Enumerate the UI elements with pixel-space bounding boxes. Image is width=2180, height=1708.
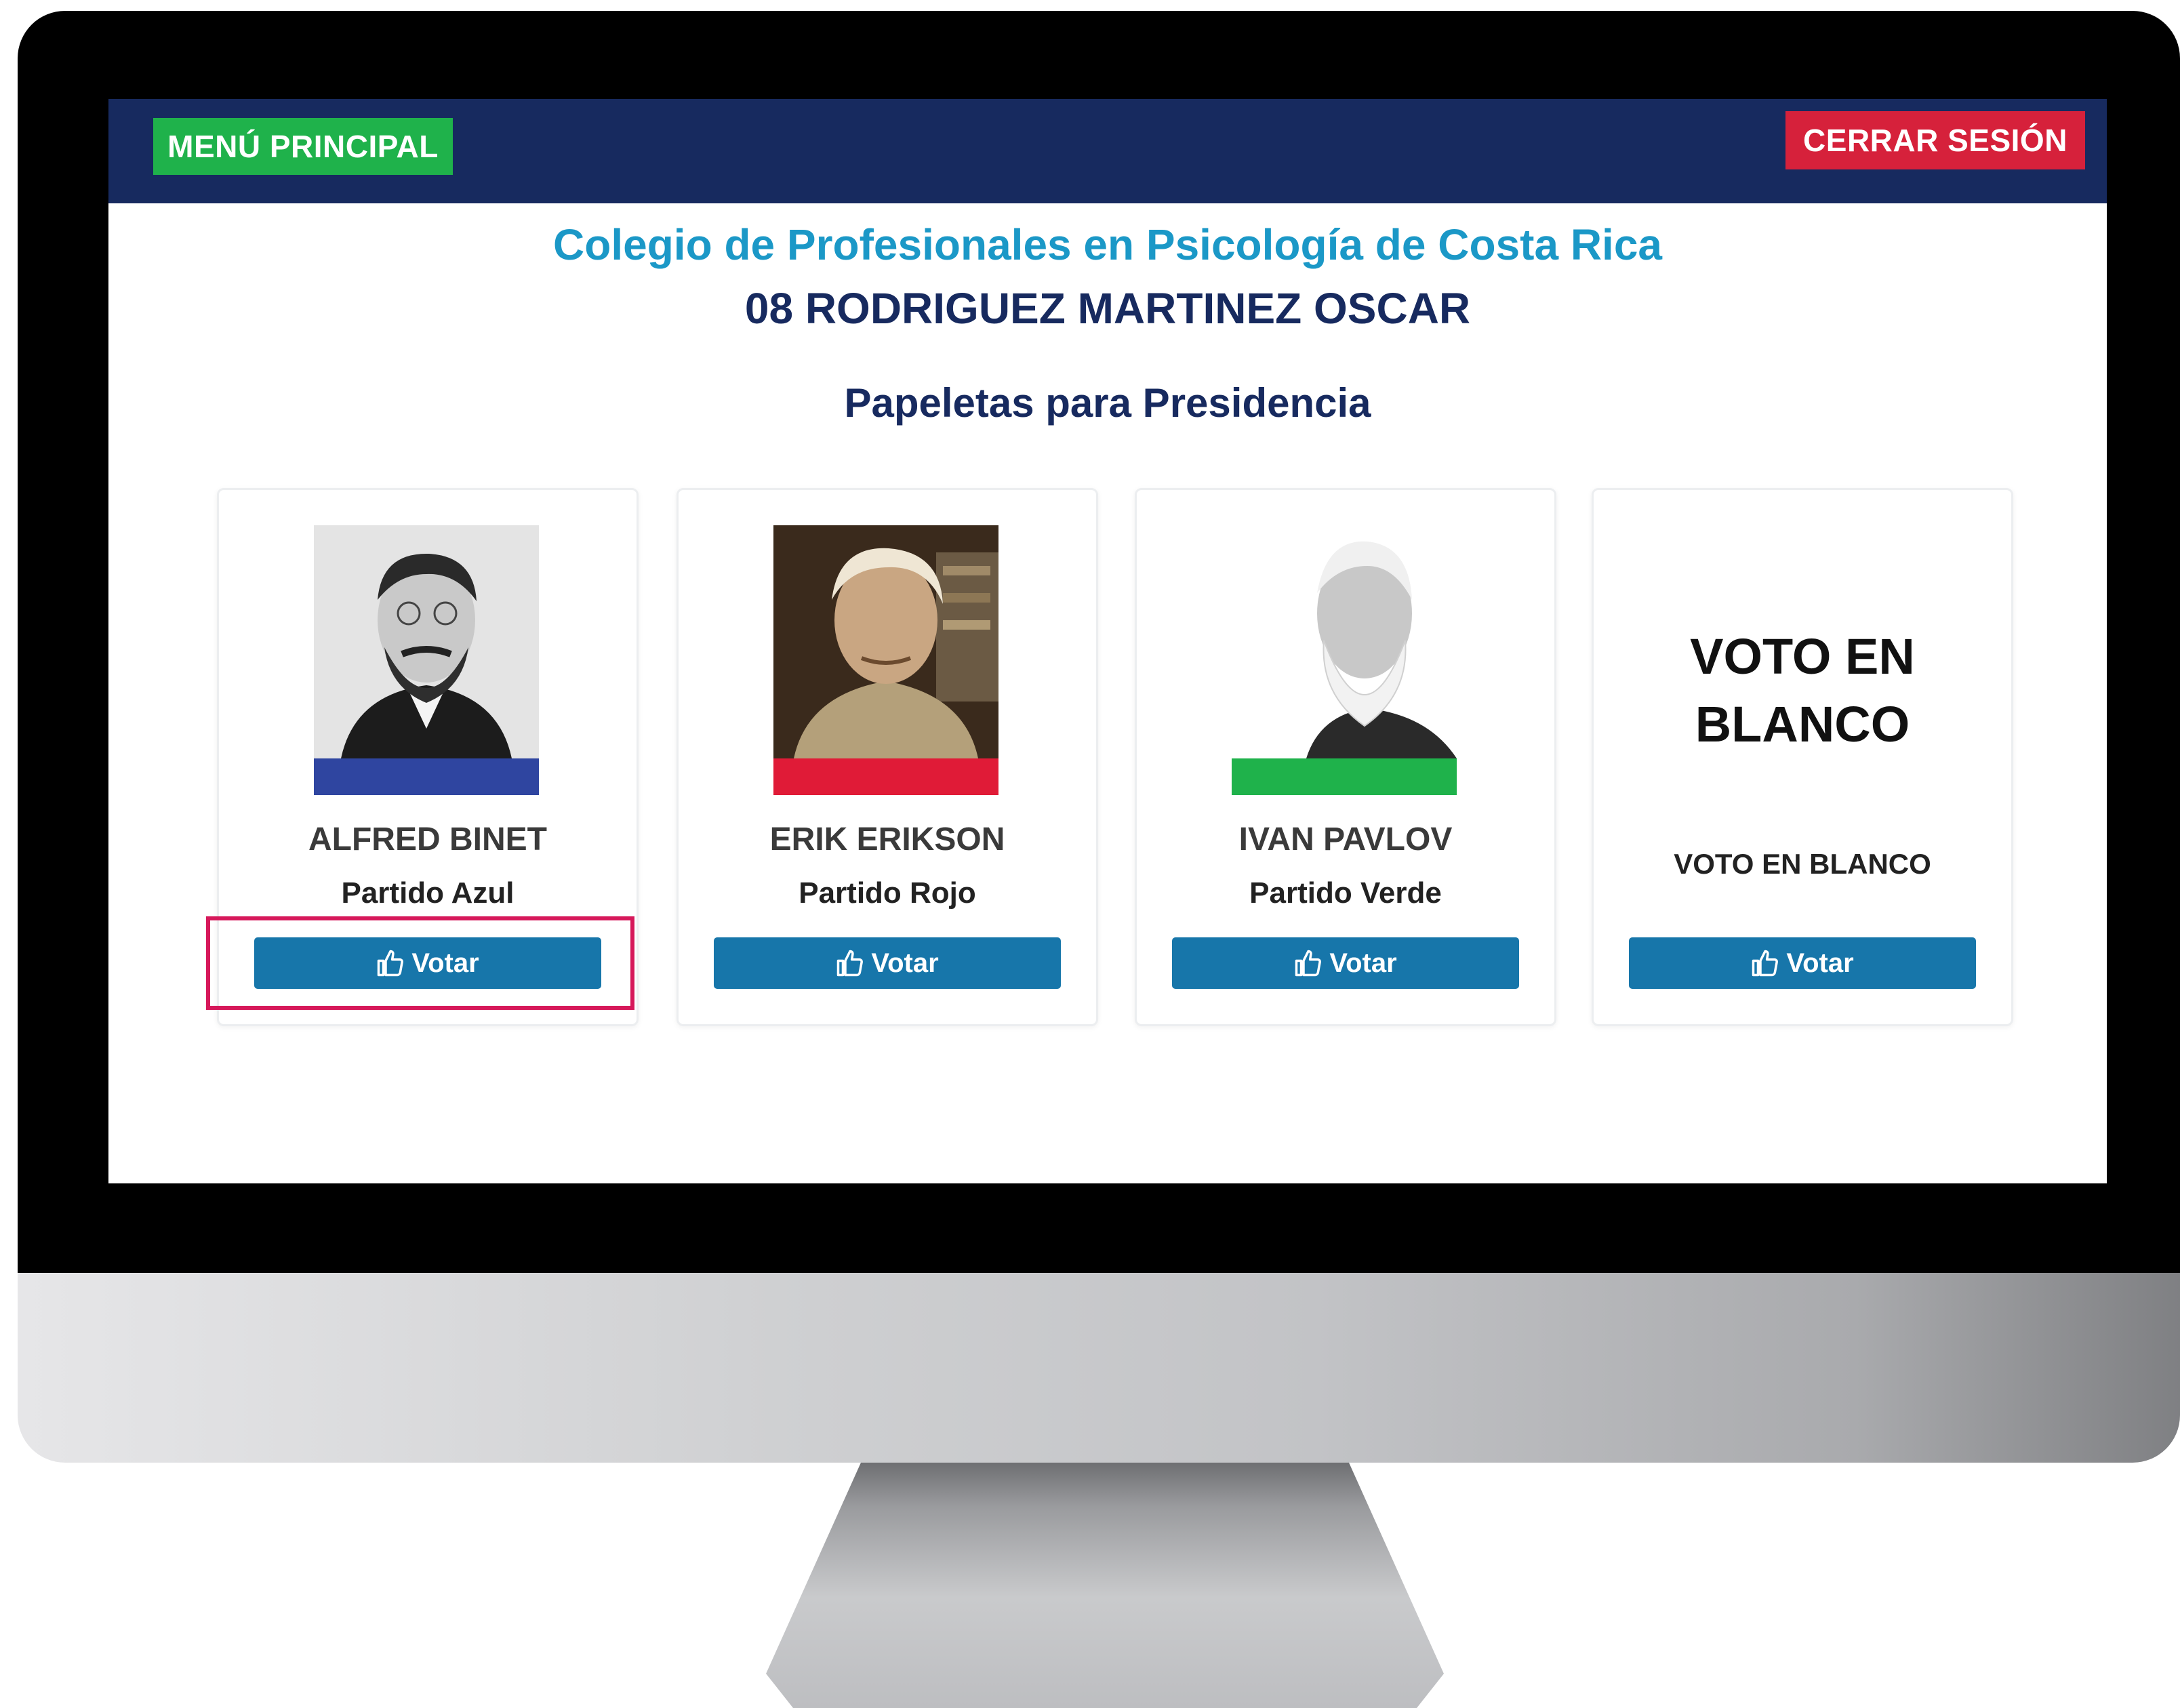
candidate-name: ERIK ERIKSON — [769, 821, 1005, 857]
blank-vote-title: VOTO EN BLANCO — [1594, 623, 2011, 758]
main-menu-button[interactable]: MENÚ PRINCIPAL — [153, 118, 453, 175]
party-name: Partido Rojo — [799, 876, 976, 910]
monitor-stand — [766, 1463, 1444, 1708]
party-name: Partido Verde — [1249, 876, 1442, 910]
vote-button-pavlov[interactable]: Votar — [1172, 937, 1519, 989]
candidate-card-pavlov: IVAN PAVLOV Partido Verde Votar — [1135, 488, 1556, 1026]
vote-button-label: Votar — [1329, 948, 1397, 978]
thumbs-up-icon — [1294, 949, 1323, 977]
organization-title: Colegio de Profesionales en Psicología d… — [553, 220, 1662, 269]
ballot-title: Papeletas para Presidencia — [844, 380, 1371, 426]
candidate-name: ALFRED BINET — [308, 821, 547, 857]
party-color-bar — [1232, 758, 1457, 795]
candidate-photo — [314, 525, 539, 758]
voter-name: 08 RODRIGUEZ MARTINEZ OSCAR — [744, 284, 1471, 333]
candidate-name: IVAN PAVLOV — [1238, 821, 1453, 857]
candidate-photo — [1232, 525, 1457, 758]
party-color-bar — [773, 758, 998, 795]
monitor-chin — [18, 1273, 2180, 1463]
party-color-bar — [314, 758, 539, 795]
candidate-card-erikson: ERIK ERIKSON Partido Rojo Votar — [677, 488, 1098, 1026]
thumbs-up-icon — [836, 949, 864, 977]
logout-button[interactable]: CERRAR SESIÓN — [1785, 111, 2085, 169]
blank-vote-card: VOTO EN BLANCO VOTO EN BLANCO Votar — [1592, 488, 2013, 1026]
highlight-box — [206, 916, 634, 1010]
blank-vote-title-line2: BLANCO — [1695, 696, 1910, 752]
screen: MENÚ PRINCIPAL CERRAR SESIÓN Colegio de … — [108, 99, 2107, 1183]
vote-button-label: Votar — [871, 948, 939, 978]
party-name: Partido Azul — [341, 876, 514, 910]
blank-vote-title-line1: VOTO EN — [1690, 628, 1915, 685]
vote-button-label: Votar — [1786, 948, 1854, 978]
top-navbar: MENÚ PRINCIPAL CERRAR SESIÓN — [108, 99, 2107, 203]
vote-button-blank[interactable]: Votar — [1629, 937, 1976, 989]
vote-button-erikson[interactable]: Votar — [714, 937, 1061, 989]
thumbs-up-icon — [1751, 949, 1779, 977]
candidate-photo — [773, 525, 998, 758]
blank-vote-subtitle: VOTO EN BLANCO — [1674, 848, 1931, 880]
